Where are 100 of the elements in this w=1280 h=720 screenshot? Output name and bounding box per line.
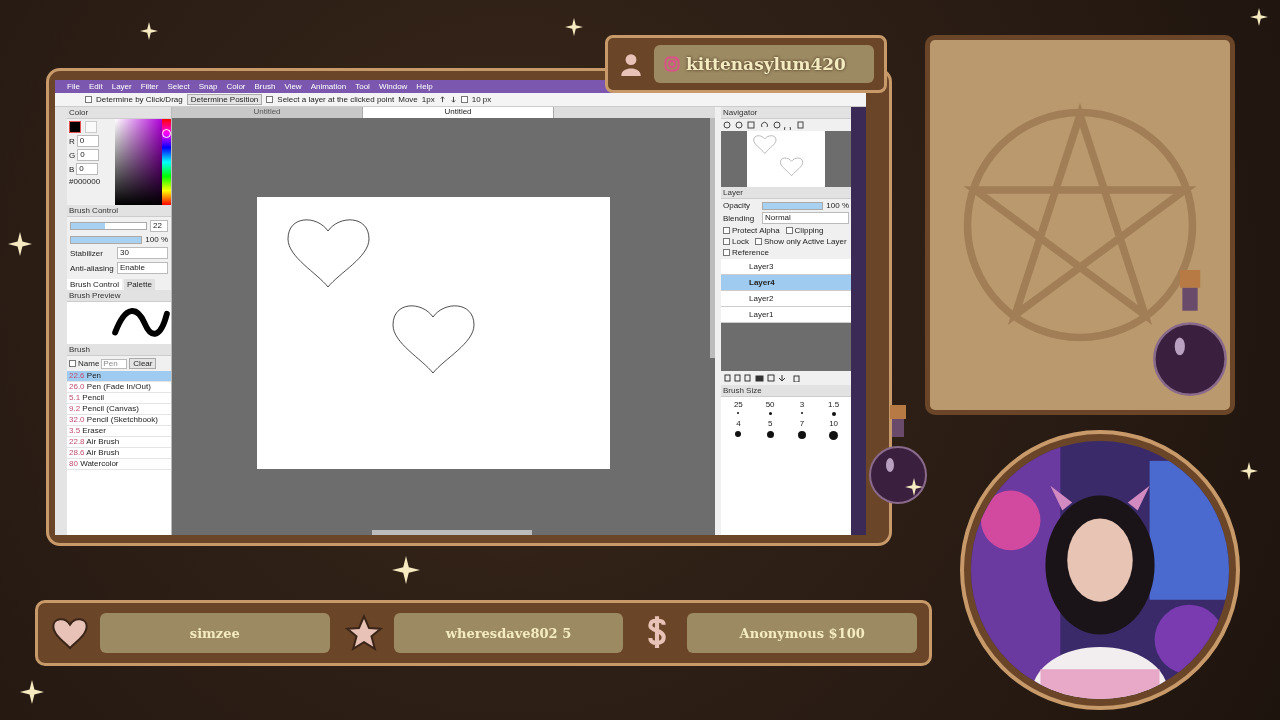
checkbox[interactable] bbox=[85, 96, 92, 103]
name-label: Name bbox=[78, 359, 100, 368]
stabilizer-label: Stabilizer bbox=[70, 248, 104, 258]
name-field[interactable]: Pen bbox=[101, 358, 128, 369]
menu-item[interactable]: Tool bbox=[355, 82, 370, 91]
menu-item[interactable]: Edit bbox=[88, 82, 103, 91]
menu-item[interactable]: Select bbox=[167, 82, 190, 91]
stabilizer-dropdown[interactable]: 30 bbox=[117, 247, 168, 259]
brush-list-item[interactable]: 32.0 Pencil (Sketchbook) bbox=[67, 415, 171, 426]
checkbox[interactable] bbox=[723, 227, 730, 234]
blending-label: Blending bbox=[723, 213, 756, 223]
panel-title: Brush Size bbox=[721, 385, 851, 397]
menu-item[interactable]: Animation bbox=[310, 82, 347, 91]
brush-list-item[interactable]: 80 Watercolor bbox=[67, 459, 171, 470]
brush-size-label[interactable]: 4 bbox=[736, 419, 741, 428]
document-tab[interactable]: Untitled bbox=[172, 107, 363, 118]
anti-aliasing-dropdown[interactable]: Enable bbox=[117, 262, 168, 274]
brush-size-dot[interactable] bbox=[829, 431, 839, 440]
checkbox-label: 10 px bbox=[471, 95, 492, 104]
checkbox-label: Lock bbox=[732, 237, 749, 246]
star-icon bbox=[343, 613, 384, 653]
hue-slider[interactable] bbox=[162, 119, 171, 205]
brush-size-label[interactable]: 1.5 bbox=[828, 400, 840, 409]
checkbox-label: Select a layer at the clicked point bbox=[277, 95, 395, 104]
channel-field[interactable]: 0 bbox=[77, 149, 100, 161]
menu-item[interactable]: View bbox=[284, 82, 302, 91]
social-handle: kittenasylum420 bbox=[686, 54, 846, 74]
alert-name: simzee bbox=[100, 613, 330, 653]
scrollbar[interactable] bbox=[372, 530, 532, 535]
checkbox-label: Show only Active Layer bbox=[763, 237, 847, 246]
camera-icon bbox=[664, 56, 680, 72]
background-color-swatch[interactable] bbox=[85, 121, 97, 133]
document-tab[interactable]: Untitled bbox=[363, 107, 554, 118]
blending-dropdown[interactable]: Normal bbox=[762, 212, 849, 224]
brush-list-item[interactable]: 9.2 Pencil (Canvas) bbox=[67, 404, 171, 415]
brush-size-label[interactable]: 25 bbox=[733, 400, 743, 409]
panel-title: Brush bbox=[67, 344, 171, 356]
alert-name: Anonymous $100 bbox=[687, 613, 917, 653]
brush-list-item[interactable]: 3.5 Eraser bbox=[67, 426, 171, 437]
brush-size-dot[interactable] bbox=[766, 431, 774, 438]
scrollbar[interactable] bbox=[710, 118, 715, 358]
checkbox-label: Reference bbox=[732, 248, 769, 257]
panel-title: Layer bbox=[721, 187, 851, 199]
brush-size-dot[interactable] bbox=[735, 431, 742, 437]
arrow-down-icon[interactable] bbox=[449, 96, 457, 103]
foreground-color-swatch[interactable] bbox=[69, 121, 81, 133]
panel-title: Color bbox=[67, 107, 171, 119]
size-field[interactable]: 22 bbox=[150, 220, 168, 232]
checkbox[interactable] bbox=[266, 96, 274, 103]
brush-size-dot[interactable] bbox=[797, 431, 806, 439]
brush-size-label[interactable]: 7 bbox=[799, 419, 805, 428]
determine-position-button[interactable]: Determine Position bbox=[186, 94, 263, 105]
arrow-up-icon[interactable] bbox=[438, 96, 446, 103]
layer-item[interactable]: Layer4 bbox=[721, 275, 851, 291]
checkbox[interactable] bbox=[754, 238, 762, 245]
channel-label: G bbox=[69, 150, 76, 160]
brush-size-label[interactable]: 10 bbox=[829, 419, 839, 428]
menu-item[interactable]: File bbox=[67, 82, 80, 91]
brush-list-item[interactable]: 26.0 Pen (Fade In/Out) bbox=[67, 382, 171, 393]
panel-tab[interactable]: Palette bbox=[123, 279, 155, 290]
menu-item[interactable]: Snap bbox=[198, 82, 218, 91]
color-picker-square[interactable] bbox=[115, 119, 162, 205]
panel-title: Brush Preview bbox=[67, 290, 171, 302]
size-slider-fill[interactable] bbox=[71, 223, 105, 229]
layer-opacity-value: 100 % bbox=[826, 201, 849, 210]
checkbox-label: Determine by Click/Drag bbox=[96, 95, 183, 104]
menu-item[interactable]: Layer bbox=[111, 82, 132, 91]
brush-size-dot[interactable] bbox=[831, 412, 836, 416]
checkbox[interactable] bbox=[723, 249, 730, 256]
brush-list-item[interactable]: 28.6 Air Brush bbox=[67, 448, 171, 459]
panel-tab[interactable]: Brush Control bbox=[67, 279, 122, 290]
opacity-value: 100 % bbox=[145, 235, 168, 244]
brush-size-label[interactable]: 50 bbox=[765, 400, 775, 409]
checkbox[interactable] bbox=[69, 360, 76, 367]
opacity-slider-fill[interactable] bbox=[71, 236, 142, 243]
channel-label: B bbox=[69, 164, 75, 174]
menu-item[interactable]: Filter bbox=[140, 82, 159, 91]
brush-size-label[interactable]: 5 bbox=[767, 419, 773, 428]
anti-aliasing-label: Anti-aliasing bbox=[70, 263, 114, 273]
checkbox-label: Clipping bbox=[794, 226, 824, 235]
alert-name: wheresdave802 5 bbox=[393, 613, 624, 653]
brush-list-item[interactable]: 22.8 Air Brush bbox=[67, 437, 171, 448]
channel-field[interactable]: 0 bbox=[76, 135, 99, 147]
menu-item[interactable]: Help bbox=[416, 82, 433, 91]
move-value[interactable]: 1px bbox=[421, 95, 435, 104]
channel-field[interactable]: 0 bbox=[76, 163, 99, 175]
menu-item[interactable]: Color bbox=[226, 82, 246, 91]
brush-size-label[interactable]: 3 bbox=[799, 400, 805, 409]
menu-item[interactable]: Brush bbox=[254, 82, 276, 91]
user-icon bbox=[618, 51, 644, 77]
menu-item[interactable]: Window bbox=[378, 82, 408, 91]
checkbox-label: Protect Alpha bbox=[732, 226, 780, 235]
brush-size-dot[interactable] bbox=[768, 412, 772, 415]
brush-list-item[interactable]: 22.6 Pen bbox=[67, 371, 171, 382]
checkbox[interactable] bbox=[723, 238, 730, 245]
checkbox[interactable] bbox=[460, 96, 468, 103]
clear-button[interactable]: Clear bbox=[129, 358, 157, 369]
brush-list-item[interactable]: 5.1 Pencil bbox=[67, 393, 171, 404]
checkbox[interactable] bbox=[785, 227, 793, 234]
panel-title: Navigator bbox=[721, 107, 851, 119]
